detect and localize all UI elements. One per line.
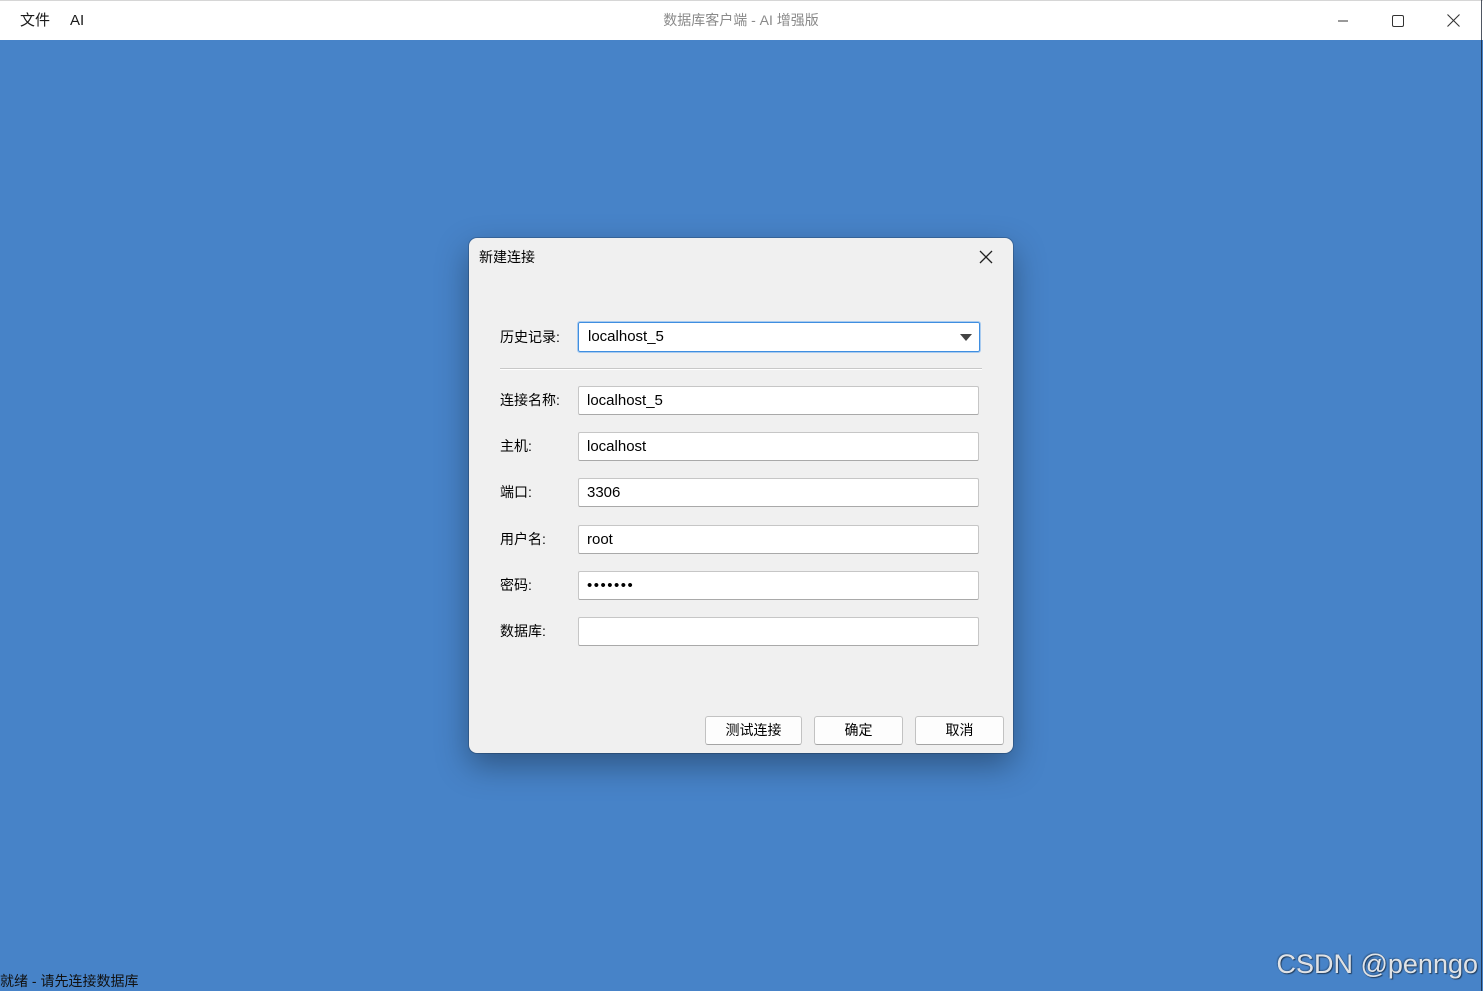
ok-button[interactable]: 确定 (814, 716, 903, 745)
close-icon (1446, 14, 1460, 27)
history-label: 历史记录: (500, 329, 560, 345)
minimize-button[interactable] (1320, 1, 1366, 40)
port-label: 端口: (500, 484, 532, 500)
database-label: 数据库: (500, 623, 546, 639)
database-input[interactable] (578, 617, 979, 646)
connection-name-label: 连接名称: (500, 392, 560, 408)
close-icon (979, 250, 993, 264)
watermark: CSDN @penngo (1276, 949, 1478, 979)
dialog-title: 新建连接 (479, 249, 535, 265)
menu-ai[interactable]: AI (70, 1, 84, 40)
connection-name-input[interactable] (578, 386, 979, 415)
password-input[interactable] (578, 571, 979, 600)
status-bar-text: 就绪 - 请先连接数据库 (0, 973, 139, 989)
test-connection-button[interactable]: 测试连接 (705, 716, 802, 745)
maximize-icon (1392, 14, 1404, 27)
port-input[interactable] (578, 478, 979, 507)
username-input[interactable] (578, 525, 979, 554)
history-combobox[interactable]: localhost_5 (577, 321, 981, 353)
cancel-button[interactable]: 取消 (915, 716, 1004, 745)
dialog-close-button[interactable] (974, 245, 998, 269)
minimize-icon (1338, 20, 1348, 21)
window-border (1481, 0, 1482, 991)
new-connection-dialog: 新建连接 历史记录: localhost_5 连接名称: 主机: 端口: 用户名… (469, 238, 1013, 753)
history-selected-value: localhost_5 (588, 328, 664, 345)
window-title: 数据库客户端 - AI 增强版 (663, 12, 819, 28)
chevron-down-icon (960, 334, 972, 341)
window-close-button[interactable] (1430, 1, 1476, 40)
separator (500, 368, 982, 370)
maximize-button[interactable] (1375, 1, 1421, 40)
password-label: 密码: (500, 577, 532, 593)
title-bar: 文件 AI 数据库客户端 - AI 增强版 (0, 0, 1483, 40)
username-label: 用户名: (500, 531, 546, 547)
host-input[interactable] (578, 432, 979, 461)
menu-file[interactable]: 文件 (20, 1, 50, 40)
host-label: 主机: (500, 438, 532, 454)
